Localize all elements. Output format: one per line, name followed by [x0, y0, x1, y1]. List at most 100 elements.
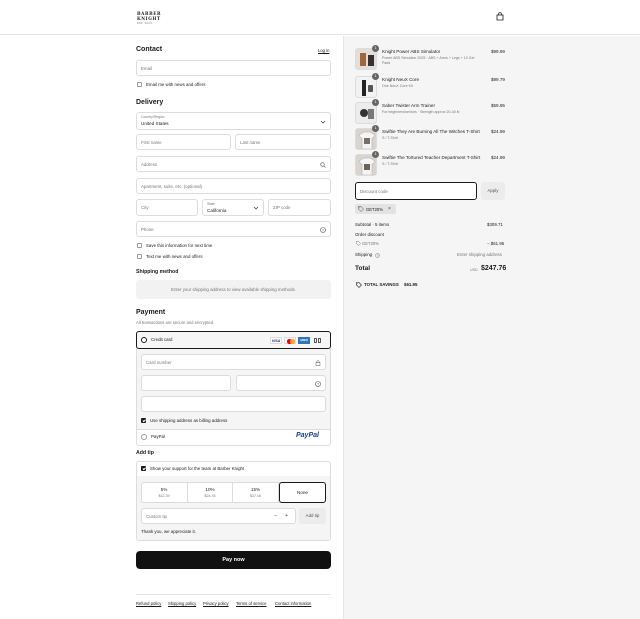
item-name: Knight NeuX Core	[382, 77, 420, 82]
lock-icon	[315, 360, 321, 366]
custom-tip-field[interactable]: Custom tip − +	[141, 508, 296, 524]
item-variant: Power ABS Simulator 2025 · ABS + Arms + …	[382, 56, 475, 65]
item-name: Swiftie They Are Burning All The Witches…	[382, 129, 480, 134]
tip-amount: $24.78	[204, 494, 216, 498]
credit-card-radio[interactable]	[141, 337, 147, 343]
increase-tip-button[interactable]: +	[285, 513, 288, 519]
shipping-policy-link[interactable]: Shipping policy	[168, 601, 196, 606]
item-price: $24.99	[490, 155, 505, 160]
discount-code-placeholder: Discount code	[360, 189, 388, 194]
discount-chip-code: GET20%	[366, 206, 383, 212]
help-icon[interactable]: ?	[315, 381, 321, 387]
decrease-tip-button[interactable]: −	[274, 513, 277, 519]
shopping-bag-icon[interactable]	[496, 12, 504, 21]
phone-placeholder: Phone	[141, 227, 154, 232]
tag-icon	[356, 282, 362, 288]
tip-support-label: Show your support for the team at Barber…	[150, 466, 245, 471]
quantity-badge: 1	[372, 45, 379, 52]
apartment-field[interactable]: Apartment, suite, etc. (optional)	[136, 178, 331, 194]
contact-information-link[interactable]: Contact information	[275, 601, 311, 606]
help-icon[interactable]: ?	[320, 227, 326, 233]
item-variant: One NeuX Core Kit	[382, 84, 413, 88]
billing-address-label: Use shipping address as billing address	[150, 418, 228, 423]
security-code-field[interactable]: ?	[236, 375, 326, 391]
item-variant: For beginners/seniors · Strength approx …	[382, 110, 460, 114]
tag-icon	[358, 206, 364, 212]
tip-option-5[interactable]: 5% $12.39	[141, 483, 188, 502]
country-value: United States	[141, 120, 169, 126]
total-currency: USD	[470, 268, 478, 272]
tip-percent: 15%	[250, 487, 261, 492]
city-field[interactable]: City	[136, 199, 198, 216]
email-field[interactable]: Email	[136, 60, 331, 76]
tip-option-10[interactable]: 10% $24.78	[188, 483, 233, 502]
mastercard-icon	[284, 337, 296, 344]
credit-card-label: Credit card	[151, 337, 173, 342]
zip-field[interactable]: ZIP code	[268, 199, 331, 216]
quantity-badge: 1	[372, 99, 379, 106]
tip-support-checkbox[interactable]	[141, 466, 146, 471]
expiration-field[interactable]	[141, 375, 231, 391]
city-placeholder: City	[141, 205, 149, 210]
paypal-label[interactable]: PayPal	[151, 434, 165, 439]
logo[interactable]: BARBER KNIGHT EST. 2023	[137, 11, 161, 26]
paypal-radio[interactable]	[141, 434, 147, 440]
discount-chip: GET20% ×	[355, 204, 396, 214]
shipping-value: Enter shipping address	[457, 252, 502, 257]
discount-code-field[interactable]: Discount code	[355, 182, 477, 200]
svg-text:?: ?	[377, 254, 379, 258]
contact-title: Contact	[136, 46, 163, 53]
last-name-field[interactable]: Last name	[235, 134, 331, 150]
total-label: Total	[355, 265, 371, 272]
item-price: $99.99	[490, 49, 505, 54]
tip-option-none[interactable]: None	[279, 482, 326, 503]
item-name: Saber Twister Arm Trainer	[382, 103, 436, 108]
divider	[137, 429, 330, 430]
phone-field[interactable]: Phone ?	[136, 221, 331, 237]
email-news-checkbox[interactable]	[137, 82, 142, 87]
item-variant: S / T-Shirt	[382, 162, 398, 166]
login-link[interactable]: Log in	[318, 48, 329, 53]
billing-address-checkbox[interactable]	[141, 418, 146, 423]
amex-icon: AMEX	[298, 337, 310, 344]
apply-discount-button[interactable]: Apply	[481, 182, 505, 200]
apartment-placeholder: Apartment, suite, etc. (optional)	[141, 184, 203, 189]
shipping-message: Enter your shipping address to view avai…	[171, 287, 296, 292]
first-name-field[interactable]: First name	[136, 134, 231, 150]
credit-card-option[interactable]: Credit card VISA AMEX	[136, 331, 331, 349]
tip-option-15[interactable]: 15% $37.16	[233, 483, 279, 502]
pay-now-button[interactable]: Pay now	[136, 551, 331, 569]
address-field[interactable]: Address	[136, 156, 331, 172]
terms-of-service-link[interactable]: Terms of service	[236, 601, 266, 606]
total-savings-value: $61.95	[404, 282, 418, 287]
top-bar: BARBER KNIGHT EST. 2023	[0, 0, 640, 35]
quantity-badge: 1	[372, 151, 379, 158]
privacy-policy-link[interactable]: Privacy policy	[203, 601, 229, 606]
payment-title: Payment	[136, 309, 166, 316]
save-info-checkbox[interactable]	[137, 243, 142, 248]
delivery-title: Delivery	[136, 99, 164, 106]
email-placeholder: Email	[141, 66, 152, 71]
visa-icon: VISA	[270, 337, 282, 344]
tip-thanks: Thank you, we appreciate it.	[141, 529, 196, 534]
card-number-field[interactable]: Card number	[141, 354, 326, 370]
country-select[interactable]: Country/Region United States	[136, 112, 331, 130]
order-discount-value: − $61.95	[487, 241, 505, 246]
total-value: $247.76	[481, 265, 507, 272]
remove-discount-button[interactable]: ×	[388, 206, 391, 212]
chevron-down-icon	[253, 206, 259, 210]
help-icon[interactable]: ?	[375, 253, 380, 258]
item-name: Knight Power ABS Simulator	[382, 49, 441, 54]
card-number-placeholder: Card number	[146, 360, 172, 365]
text-me-checkbox[interactable]	[137, 254, 142, 259]
add-tip-button[interactable]: Add tip	[299, 508, 326, 524]
name-on-card-field[interactable]	[141, 396, 326, 412]
more-cards-icon	[313, 337, 322, 344]
subtotal-value: $309.71	[487, 222, 503, 227]
cart-item: 1 Swiftie They Are Burning All The Witch…	[355, 125, 505, 150]
tip-amount: $37.16	[250, 494, 261, 498]
refund-policy-link[interactable]: Refund policy	[136, 601, 161, 606]
add-tip-title: Add tip	[136, 450, 154, 456]
state-select[interactable]: State California	[202, 199, 264, 216]
search-icon	[320, 162, 326, 168]
